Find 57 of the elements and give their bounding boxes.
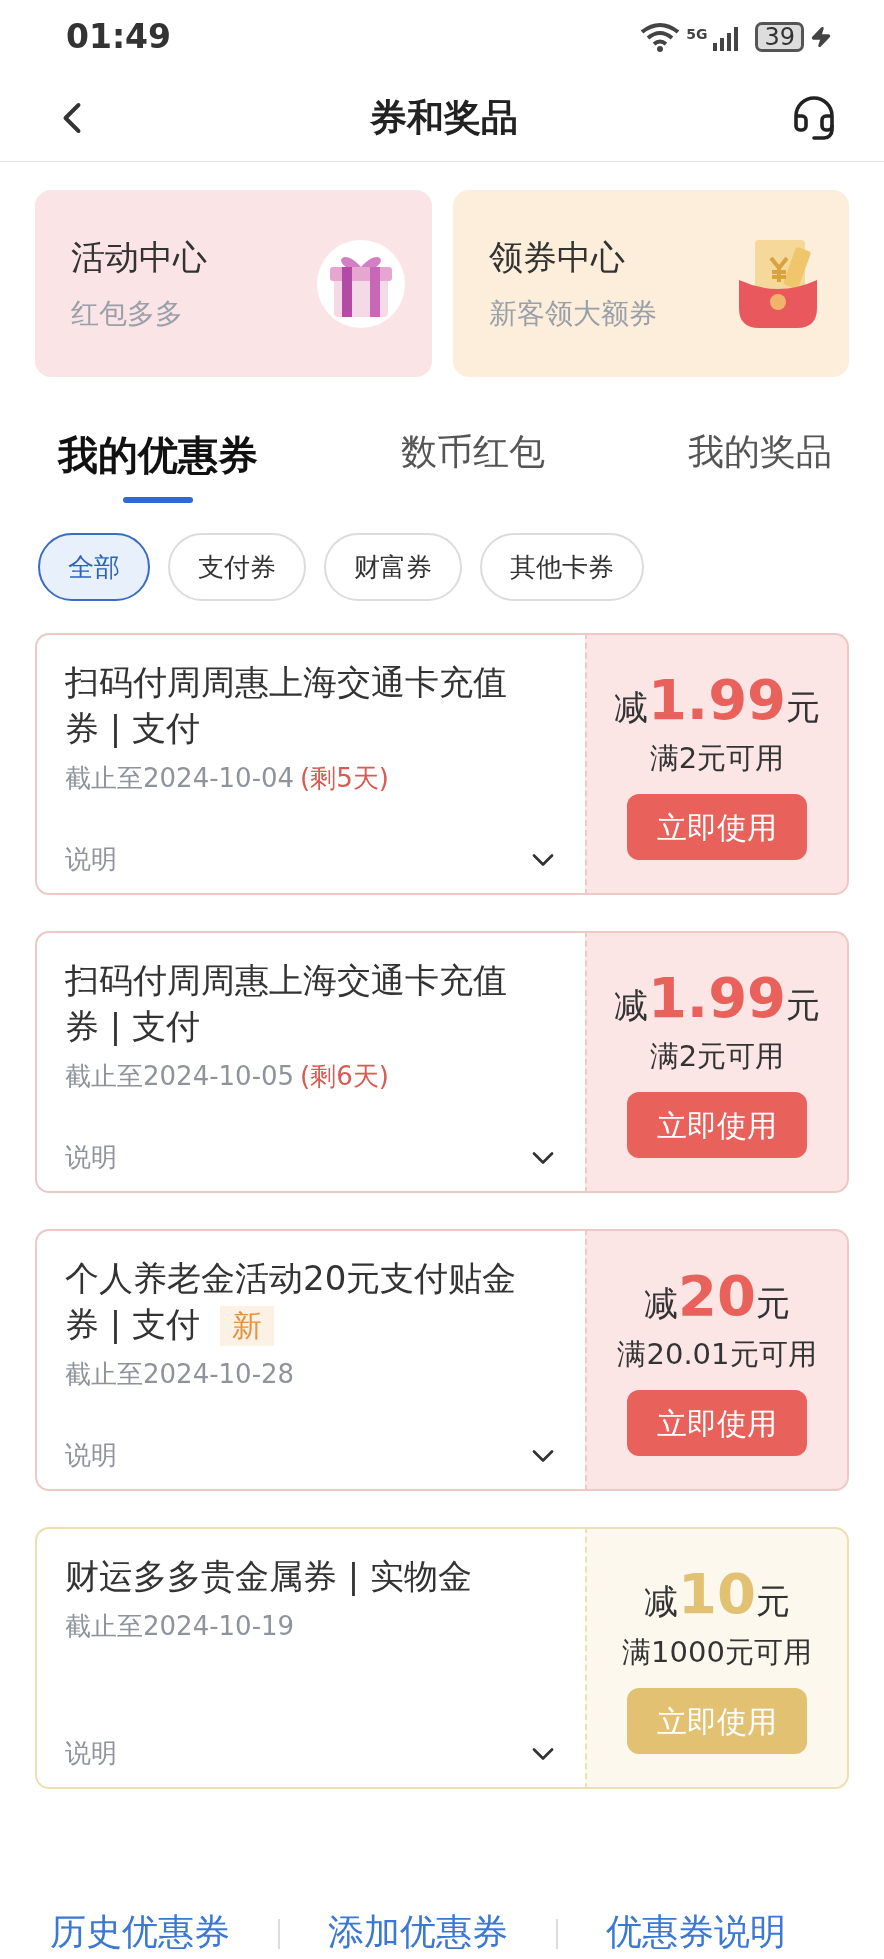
- usage-condition: 满2元可用: [649, 739, 785, 777]
- footer-link[interactable]: 优惠券说明: [606, 1905, 786, 1959]
- gift-icon: [315, 238, 406, 329]
- footer-link[interactable]: 历史优惠券: [50, 1905, 230, 1959]
- clock-time: 01:49: [66, 16, 172, 59]
- currency-unit: 元: [786, 983, 821, 1027]
- deadline-text: 截止至2024-10-19: [65, 1610, 295, 1643]
- coupon-title: 扫码付周周惠上海交通卡充值券 | 支付: [65, 661, 508, 750]
- coupon-title: 个人养老金活动20元支付贴金券 | 支付 新: [65, 1257, 518, 1347]
- usage-condition: 满1000元可用: [622, 1633, 812, 1671]
- discount-prefix: 减: [613, 983, 648, 1027]
- usage-condition: 满20.01元可用: [617, 1335, 817, 1373]
- discount-prefix: 减: [613, 685, 648, 729]
- charging-icon: [810, 26, 832, 49]
- remaining-days: (剩6天): [300, 1057, 389, 1096]
- filter-chip[interactable]: 财富券: [324, 533, 462, 601]
- discount-prefix: 减: [644, 1579, 679, 1623]
- currency-unit: 元: [755, 1281, 790, 1325]
- wifi-icon: [640, 22, 681, 53]
- currency-unit: 元: [786, 685, 821, 729]
- description-link[interactable]: 说明: [65, 1734, 117, 1773]
- tab[interactable]: 数币红包: [401, 425, 545, 503]
- discount-amount: 1.99: [647, 667, 787, 732]
- usage-condition: 满2元可用: [649, 1037, 785, 1075]
- footer-link[interactable]: 添加优惠券: [328, 1905, 508, 1959]
- promo-card[interactable]: 活动中心 红包多多: [35, 190, 432, 377]
- discount-amount: 20: [678, 1263, 756, 1328]
- deadline-text: 截止至2024-10-04: [65, 762, 295, 795]
- page-title: 券和奖品: [370, 94, 518, 141]
- new-badge: 新: [220, 1306, 275, 1346]
- discount-prefix: 减: [644, 1281, 679, 1325]
- filter-chip[interactable]: 支付券: [168, 533, 306, 601]
- use-now-button[interactable]: 立即使用: [627, 1092, 807, 1159]
- coupon-title: 财运多多贵金属券 | 实物金: [65, 1555, 474, 1598]
- network-label: 5G: [686, 25, 708, 45]
- tab[interactable]: 我的奖品: [688, 425, 832, 503]
- battery-indicator: 39: [755, 22, 804, 53]
- use-now-button[interactable]: 立即使用: [627, 1390, 807, 1457]
- promo-title: 活动中心: [71, 236, 207, 279]
- filter-chip[interactable]: 全部: [38, 533, 150, 601]
- deadline-text: 截止至2024-10-28: [65, 1358, 295, 1391]
- coupon-title: 扫码付周周惠上海交通卡充值券 | 支付: [65, 959, 508, 1048]
- remaining-days: (剩5天): [300, 759, 389, 798]
- currency-unit: 元: [755, 1579, 790, 1623]
- promo-subtitle: 红包多多: [71, 296, 184, 332]
- use-now-button[interactable]: 立即使用: [627, 794, 807, 861]
- filter-chip[interactable]: 其他卡券: [480, 533, 644, 601]
- description-link[interactable]: 说明: [65, 1436, 117, 1475]
- promo-card[interactable]: 领券中心 新客领大额券: [452, 190, 849, 377]
- promo-title: 领券中心: [488, 236, 626, 279]
- deadline-text: 截止至2024-10-05: [65, 1060, 295, 1093]
- description-link[interactable]: 说明: [65, 840, 117, 879]
- description-link[interactable]: 说明: [65, 1138, 117, 1177]
- tab[interactable]: 我的优惠券: [58, 425, 258, 503]
- promo-subtitle: 新客领大额券: [488, 296, 657, 332]
- discount-amount: 1.99: [647, 965, 787, 1030]
- discount-amount: 10: [678, 1561, 756, 1626]
